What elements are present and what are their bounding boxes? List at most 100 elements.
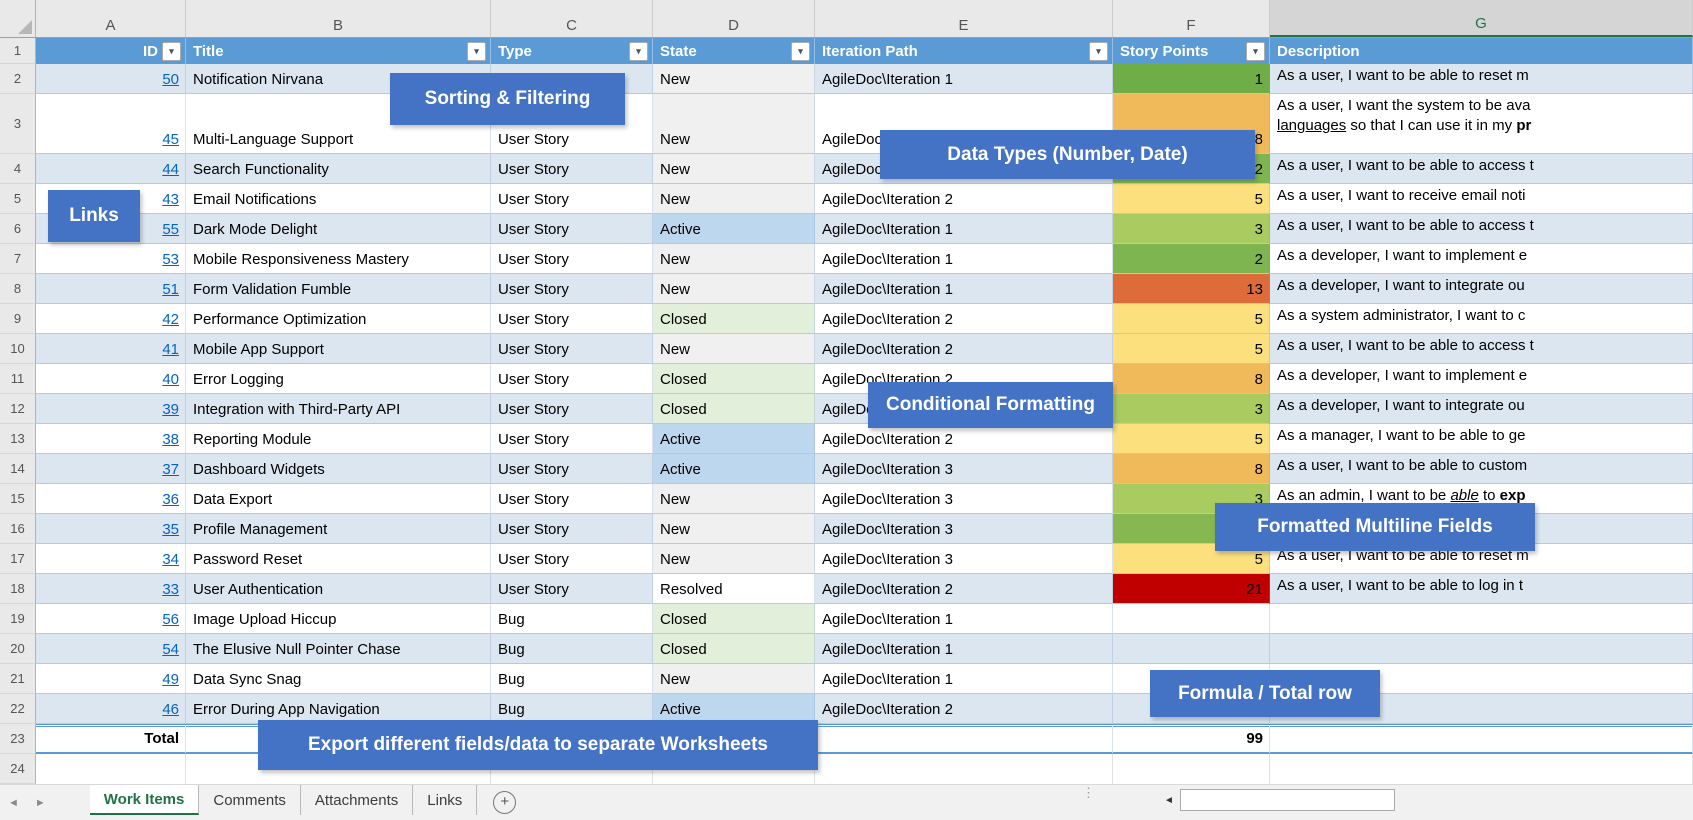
row-header[interactable]: 21: [0, 664, 36, 694]
cell-type[interactable]: Bug: [491, 634, 653, 664]
tab-scroll-left-arrow[interactable]: ◄: [0, 785, 27, 820]
new-sheet-button[interactable]: +: [477, 785, 532, 820]
cell-state[interactable]: Active: [653, 454, 815, 484]
table-header-title[interactable]: Title▾: [186, 38, 491, 64]
cell-title[interactable]: Performance Optimization: [186, 304, 491, 334]
cell-state[interactable]: Closed: [653, 634, 815, 664]
column-header-A[interactable]: A: [36, 0, 186, 37]
cell-description[interactable]: As a developer, I want to integrate ou: [1270, 274, 1693, 304]
cell-state[interactable]: New: [653, 154, 815, 184]
cell-title[interactable]: Reporting Module: [186, 424, 491, 454]
cell-story-points[interactable]: 5: [1113, 184, 1270, 214]
cell-id[interactable]: 49: [36, 664, 186, 694]
cell-story-points[interactable]: [1113, 754, 1270, 784]
cell-id[interactable]: 35: [36, 514, 186, 544]
cell-iteration-path[interactable]: AgileDoc\Iteration 1: [815, 214, 1113, 244]
row-header[interactable]: 16: [0, 514, 36, 544]
cell-title[interactable]: Profile Management: [186, 514, 491, 544]
cell-title[interactable]: Dashboard Widgets: [186, 454, 491, 484]
cell-description[interactable]: [1270, 604, 1693, 634]
cell-state[interactable]: New: [653, 94, 815, 154]
row-header[interactable]: 10: [0, 334, 36, 364]
cell-iteration-path[interactable]: AgileDoc\Iteration 3: [815, 484, 1113, 514]
cell-story-points[interactable]: 21: [1113, 574, 1270, 604]
table-header-id[interactable]: ID▾: [36, 38, 186, 64]
cell-story-points[interactable]: 5: [1113, 424, 1270, 454]
column-header-E[interactable]: E: [815, 0, 1113, 37]
cell-description[interactable]: As a user, I want to be able to log in t: [1270, 574, 1693, 604]
cell-state[interactable]: New: [653, 544, 815, 574]
cell-iteration-path[interactable]: AgileDoc\Iteration 1: [815, 64, 1113, 94]
cell-id[interactable]: 41: [36, 334, 186, 364]
row-header[interactable]: 15: [0, 484, 36, 514]
cell-story-points[interactable]: 5: [1113, 304, 1270, 334]
cell-title[interactable]: The Elusive Null Pointer Chase: [186, 634, 491, 664]
cell-title[interactable]: Data Sync Snag: [186, 664, 491, 694]
row-header[interactable]: 2: [0, 64, 36, 94]
tab-scrollbar-splitter[interactable]: ⋮: [1082, 789, 1090, 796]
cell-story-points[interactable]: 1: [1113, 64, 1270, 94]
cell-type[interactable]: User Story: [491, 484, 653, 514]
cell-description[interactable]: As a manager, I want to be able to ge: [1270, 424, 1693, 454]
cell-id[interactable]: 33: [36, 574, 186, 604]
cell-iteration-path[interactable]: AgileDoc\Iteration 2: [815, 184, 1113, 214]
table-header-story-points[interactable]: Story Points▾: [1113, 38, 1270, 64]
cell-description[interactable]: As a user, I want to receive email noti: [1270, 184, 1693, 214]
column-header-G[interactable]: G: [1270, 0, 1693, 37]
row-header[interactable]: 20: [0, 634, 36, 664]
cell-state[interactable]: New: [653, 274, 815, 304]
cell-state[interactable]: New: [653, 514, 815, 544]
cell-id[interactable]: [36, 754, 186, 784]
cell-story-points[interactable]: 8: [1113, 364, 1270, 394]
row-header[interactable]: 6: [0, 214, 36, 244]
cell-title[interactable]: Dark Mode Delight: [186, 214, 491, 244]
row-header[interactable]: 23: [0, 724, 36, 754]
cell-state[interactable]: New: [653, 484, 815, 514]
cell-description[interactable]: As a user, I want to be able to access t: [1270, 214, 1693, 244]
sheet-tab-comments[interactable]: Comments: [199, 785, 301, 815]
row-header[interactable]: 13: [0, 424, 36, 454]
column-header-B[interactable]: B: [186, 0, 491, 37]
filter-dropdown-icon[interactable]: ▾: [791, 42, 810, 61]
cell-description[interactable]: As a user, I want to be able to access t: [1270, 154, 1693, 184]
cell-iteration-path[interactable]: AgileDoc\Iteration 1: [815, 274, 1113, 304]
cell-title[interactable]: Search Functionality: [186, 154, 491, 184]
cell-id[interactable]: 34: [36, 544, 186, 574]
sheet-tab-work-items[interactable]: Work Items: [90, 785, 200, 815]
cell-state[interactable]: Closed: [653, 304, 815, 334]
cell-description[interactable]: As a developer, I want to implement e: [1270, 364, 1693, 394]
cell-type[interactable]: User Story: [491, 574, 653, 604]
row-header[interactable]: 17: [0, 544, 36, 574]
row-header[interactable]: 8: [0, 274, 36, 304]
row-header[interactable]: 3: [0, 94, 36, 154]
cell-id[interactable]: 54: [36, 634, 186, 664]
row-header[interactable]: 18: [0, 574, 36, 604]
cell-iteration-path[interactable]: AgileDoc\Iteration 1: [815, 244, 1113, 274]
cell-title[interactable]: Email Notifications: [186, 184, 491, 214]
cell-state[interactable]: Closed: [653, 604, 815, 634]
cell-state[interactable]: Active: [653, 214, 815, 244]
cell-state[interactable]: New: [653, 664, 815, 694]
column-header-C[interactable]: C: [491, 0, 653, 37]
cell-type[interactable]: User Story: [491, 394, 653, 424]
tab-scroll-right-arrow[interactable]: ►: [27, 785, 54, 820]
table-header-state[interactable]: State▾: [653, 38, 815, 64]
cell-id[interactable]: 50: [36, 64, 186, 94]
cell-iteration-path[interactable]: [815, 724, 1113, 754]
filter-dropdown-icon[interactable]: ▾: [629, 42, 648, 61]
cell-id[interactable]: 46: [36, 694, 186, 724]
cell-iteration-path[interactable]: AgileDoc\Iteration 2: [815, 334, 1113, 364]
table-header-description[interactable]: Description: [1270, 38, 1693, 64]
cell-type[interactable]: User Story: [491, 334, 653, 364]
cell-id[interactable]: 56: [36, 604, 186, 634]
cell-state[interactable]: Closed: [653, 394, 815, 424]
row-header[interactable]: 22: [0, 694, 36, 724]
cell-id[interactable]: 44: [36, 154, 186, 184]
cell-title[interactable]: Data Export: [186, 484, 491, 514]
row-header[interactable]: 5: [0, 184, 36, 214]
cell-story-points[interactable]: [1113, 634, 1270, 664]
cell-story-points[interactable]: 2: [1113, 244, 1270, 274]
cell-story-points[interactable]: 8: [1113, 454, 1270, 484]
cell-id[interactable]: 36: [36, 484, 186, 514]
cell-title[interactable]: Error Logging: [186, 364, 491, 394]
